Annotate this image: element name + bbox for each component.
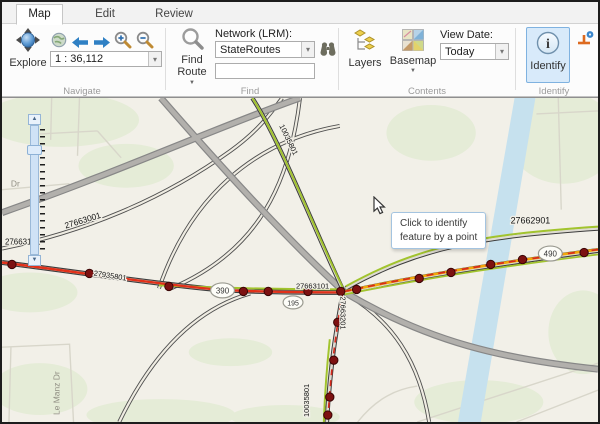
- shield-490: 490: [544, 249, 558, 258]
- map-scale-combobox[interactable]: 1 : 36,112 ▾: [50, 51, 162, 67]
- zoom-slider-thumb[interactable]: [27, 145, 42, 155]
- explore-button[interactable]: Explore: [6, 27, 50, 69]
- basemap-button[interactable]: Basemap ▼: [389, 29, 437, 75]
- identify-button[interactable]: i Identify: [526, 27, 570, 83]
- route-label-ne: 27662901: [511, 216, 551, 226]
- view-date-value: Today: [445, 46, 474, 58]
- basemap-icon: [402, 29, 424, 55]
- view-date-label: View Date:: [440, 29, 493, 41]
- tab-edit[interactable]: Edit: [82, 5, 128, 24]
- identify-group-label: Identify: [514, 86, 594, 97]
- network-combobox[interactable]: StateRoutes ▾: [215, 41, 315, 58]
- full-extent-globe-icon[interactable]: [51, 32, 67, 53]
- zoom-slider-down-icon[interactable]: ▼: [28, 255, 41, 266]
- ribbon-tabbar: Map Edit Review: [2, 2, 598, 24]
- zoom-slider-up-icon[interactable]: ▲: [28, 114, 41, 125]
- explore-label: Explore: [9, 57, 46, 70]
- layers-button[interactable]: Layers: [345, 29, 385, 69]
- map-canvas[interactable]: 390 195 490 27663001 27663101 27935801 2…: [2, 97, 598, 422]
- identify-label: Identify: [530, 60, 565, 73]
- route-shields: 390 195 490: [211, 246, 563, 309]
- mouse-cursor-icon: [373, 196, 387, 220]
- route-label-west-diag: 27935801: [93, 269, 127, 283]
- navigate-group-label: Navigate: [42, 86, 122, 97]
- network-lrm-label: Network (LRM):: [215, 28, 292, 40]
- identify-tooltip: Click to identify feature by a point: [391, 212, 486, 249]
- map-scale-value: 1 : 36,112: [55, 53, 103, 65]
- layers-icon: [353, 29, 377, 57]
- map-drawing: 390 195 490 27663001 27663101 27935801 2…: [2, 98, 598, 422]
- app-window: Map Edit Review Explore: [0, 0, 600, 424]
- find-route-dropdown-icon[interactable]: ▼: [189, 80, 195, 87]
- shield-390: 390: [216, 286, 230, 295]
- tooltip-line2: feature by a point: [400, 231, 477, 245]
- info-glyph: i: [546, 37, 550, 52]
- layers-label: Layers: [348, 57, 381, 70]
- route-id-input[interactable]: [215, 63, 315, 79]
- group-divider: [165, 28, 166, 90]
- route-label-south-vertical: 10035801: [302, 384, 311, 417]
- identify-info-icon: i: [535, 30, 561, 60]
- basemap-label: Basemap: [390, 55, 436, 68]
- tooltip-line1: Click to identify: [400, 217, 477, 231]
- network-value: StateRoutes: [220, 44, 281, 56]
- route-label-center: 27663101: [296, 281, 329, 290]
- street-label-dr: Dr: [11, 179, 20, 189]
- find-group-label: Find: [210, 86, 290, 97]
- group-divider: [338, 28, 339, 90]
- chevron-down-icon[interactable]: ▾: [301, 42, 314, 57]
- shield-195: 195: [287, 300, 299, 307]
- find-route-label-line2: Route: [177, 66, 206, 79]
- contents-group-label: Contents: [387, 86, 467, 97]
- find-route-magnifier-icon: [181, 27, 204, 54]
- find-route-button[interactable]: Find Route ▼: [171, 27, 213, 87]
- tab-map[interactable]: Map: [16, 4, 63, 25]
- basemap-dropdown-icon[interactable]: ▼: [410, 68, 416, 75]
- ribbon: Explore: [2, 24, 598, 97]
- chevron-down-icon[interactable]: ▾: [148, 52, 161, 66]
- view-date-combobox[interactable]: Today ▾: [440, 43, 509, 60]
- identify-route-location-icon[interactable]: [576, 30, 595, 53]
- binoculars-icon[interactable]: [319, 41, 337, 63]
- find-route-label-line1: Find: [181, 54, 202, 67]
- chevron-down-icon[interactable]: ▾: [495, 44, 508, 59]
- street-label-le-manz: Le Manz Dr: [52, 371, 62, 415]
- tab-review[interactable]: Review: [148, 5, 200, 24]
- group-divider: [515, 28, 516, 90]
- zoom-slider[interactable]: ▲ ▼: [27, 114, 42, 266]
- explore-icon: [15, 27, 41, 57]
- route-label-center-vertical: 27663201: [339, 296, 348, 329]
